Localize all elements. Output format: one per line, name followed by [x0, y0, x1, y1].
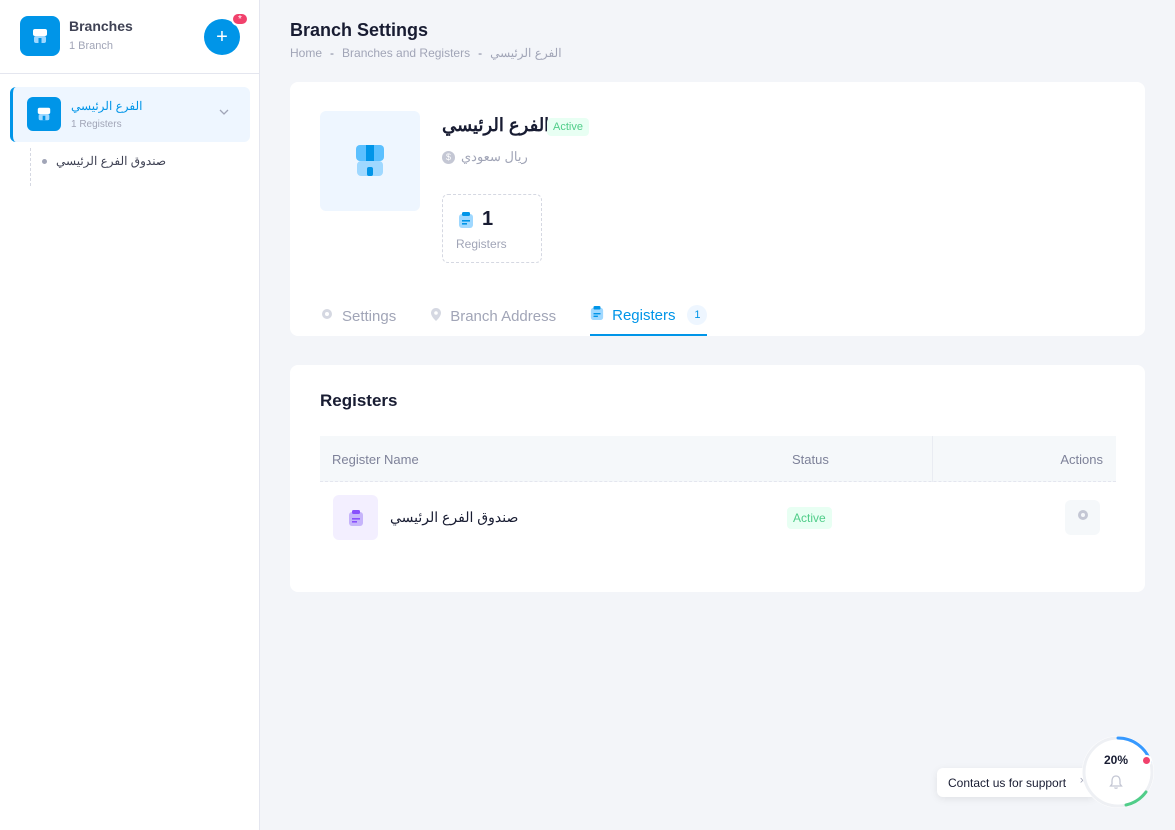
register-icon	[333, 495, 378, 540]
page-title: Branch Settings	[290, 20, 429, 40]
currency-label: ريال سعودي	[461, 149, 528, 164]
breadcrumb: Home - Branches and Registers - الفرع ال…	[290, 46, 562, 60]
sidebar: Branches 1 Branch + * الفرع الرئيسي 1 Re…	[0, 0, 260, 830]
sidebar-branch-name: الفرع الرئيسي	[71, 99, 143, 113]
register-settings-button[interactable]	[1065, 500, 1100, 535]
tab-settings[interactable]: Settings	[320, 296, 430, 336]
breadcrumb-home[interactable]: Home	[290, 46, 322, 60]
notification-dot	[1141, 755, 1152, 766]
registers-stat-label: Registers	[456, 237, 507, 251]
status-badge: Active	[547, 118, 589, 136]
gear-icon	[1076, 508, 1090, 527]
tab-branch-address-label: Branch Address	[450, 307, 557, 325]
column-actions: Actions	[1060, 452, 1103, 467]
store-icon	[27, 97, 61, 131]
branch-currency: $ ريال سعودي	[442, 149, 528, 165]
column-divider	[932, 436, 933, 482]
status-badge: Active	[787, 507, 832, 529]
tab-settings-label: Settings	[342, 307, 397, 325]
gear-icon	[320, 307, 334, 325]
sidebar-branch-registers: 1 Registers	[71, 119, 122, 130]
progress-value: 20%	[1103, 753, 1129, 767]
store-icon	[20, 16, 60, 56]
currency-icon: $	[442, 150, 455, 164]
register-icon	[458, 211, 474, 234]
table-row: صندوق الفرع الرئيسي Active	[320, 482, 1116, 552]
registers-count: 1	[482, 208, 494, 230]
tab-registers-label: Registers	[612, 306, 676, 324]
sidebar-item-branch[interactable]: الفرع الرئيسي 1 Registers	[10, 87, 250, 142]
registers-card: Registers Register Name Status Actions ص…	[290, 365, 1145, 592]
support-button[interactable]: Contact us for support ×	[937, 768, 1097, 797]
tab-registers[interactable]: Registers 1	[590, 296, 708, 336]
location-pin-icon	[430, 307, 442, 326]
plus-icon: +	[216, 25, 228, 48]
register-name[interactable]: صندوق الفرع الرئيسي	[390, 509, 518, 526]
tab-registers-count: 1	[687, 305, 708, 325]
progress-ring[interactable]	[1080, 734, 1156, 810]
branch-tabs: Settings Branch Address Registers 1	[320, 296, 708, 336]
sidebar-item-register[interactable]: صندوق الفرع الرئيسي	[42, 154, 166, 168]
sidebar-subtitle: 1 Branch	[69, 40, 114, 52]
column-register-name: Register Name	[332, 452, 419, 467]
tree-connector	[30, 148, 31, 186]
sidebar-header: Branches 1 Branch + *	[0, 0, 259, 74]
sidebar-title: Branches	[69, 18, 133, 34]
tab-branch-address[interactable]: Branch Address	[430, 296, 590, 336]
breadcrumb-branches[interactable]: Branches and Registers	[342, 46, 470, 60]
sidebar-register-name: صندوق الفرع الرئيسي	[56, 154, 167, 168]
add-branch-badge: *	[231, 12, 249, 26]
registers-title: Registers	[320, 391, 398, 410]
registers-stat: 1 Registers	[442, 194, 542, 263]
bell-icon	[1108, 774, 1124, 795]
breadcrumb-current: الفرع الرئيسي	[490, 46, 562, 60]
store-icon	[320, 111, 420, 211]
bullet-icon	[42, 158, 47, 164]
chevron-down-icon[interactable]	[219, 105, 229, 119]
branch-name: الفرع الرئيسي	[442, 115, 550, 135]
breadcrumb-separator: -	[478, 46, 483, 60]
breadcrumb-separator: -	[330, 46, 335, 60]
register-icon	[590, 305, 604, 325]
support-label: Contact us for support	[948, 775, 1067, 790]
column-status: Status	[792, 452, 829, 467]
branch-card: الفرع الرئيسي Active $ ريال سعودي 1 Regi…	[290, 82, 1145, 336]
table-header: Register Name Status Actions	[320, 436, 1116, 482]
